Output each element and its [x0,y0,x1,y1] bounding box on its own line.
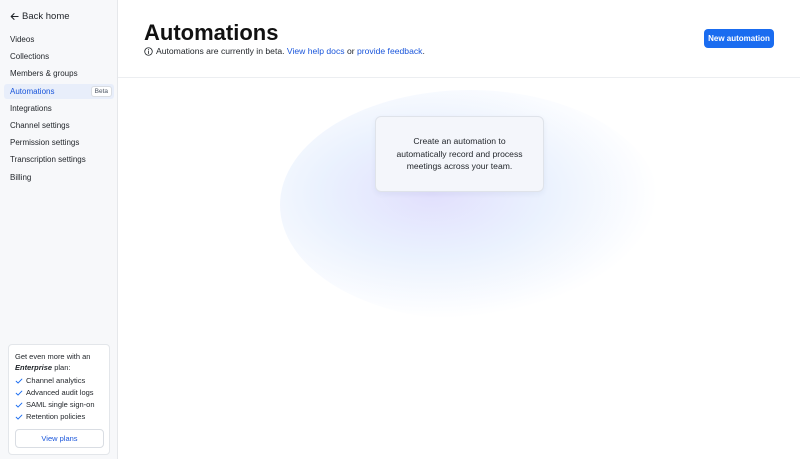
view-help-docs-link[interactable]: View help docs [287,46,345,56]
empty-state-card: Create an automation to automatically re… [375,116,544,192]
sidebar-item-label: Collections [10,52,50,62]
sidebar-item-channel-settings[interactable]: Channel settings [4,118,114,133]
sidebar-item-label: Videos [10,35,35,44]
list-item: Retention policies [15,411,103,423]
promo-text: Get even more with an Enterprise plan: [15,352,103,373]
arrow-left-icon [10,12,19,20]
feature-label: SAML single sign-on [26,399,95,409]
period-text: . [422,46,425,56]
feature-label: Retention policies [26,411,86,421]
list-item: Channel analytics [15,375,103,387]
or-text: or [346,46,355,56]
check-icon [15,390,23,396]
promo-text-prefix: Get even more with an [15,352,91,361]
check-icon [15,414,23,420]
promo-feature-list: Channel analytics Advanced audit logs SA… [15,375,103,423]
sidebar-item-billing[interactable]: Billing [4,170,114,185]
promo-plan-name: Enterprise [15,362,53,372]
sidebar-item-label: Billing [10,172,32,182]
enterprise-promo-card: Get even more with an Enterprise plan: C… [8,344,110,455]
page-header: Automations Automations are currently in… [118,0,800,78]
sidebar-item-automations[interactable]: Automations Beta [4,83,114,99]
view-plans-button[interactable]: View plans [15,429,104,448]
info-icon [144,46,153,56]
new-automation-button[interactable]: New automation [704,29,774,48]
feature-label: Advanced audit logs [26,387,94,397]
back-home-label: Back home [22,10,70,22]
beta-badge: Beta [90,85,112,97]
list-item: SAML single sign-on [15,399,103,411]
sidebar-item-videos[interactable]: Videos [4,32,114,47]
empty-state-message: Create an automation to automatically re… [396,136,523,172]
sidebar-item-label: Channel settings [10,120,70,130]
sidebar-item-label: Members & groups [10,69,78,79]
list-item: Advanced audit logs [15,387,103,399]
feature-label: Channel analytics [26,375,86,385]
sidebar-item-transcription-settings[interactable]: Transcription settings [4,152,114,167]
check-icon [15,402,23,408]
promo-text-suffix: plan: [54,362,71,372]
sidebar-item-label: Permission settings [10,138,80,148]
page-title: Automations [144,20,279,45]
sidebar-item-members-groups[interactable]: Members & groups [4,66,114,81]
sidebar-item-permission-settings[interactable]: Permission settings [4,135,114,150]
sidebar-item-label: Integrations [10,103,52,113]
provide-feedback-link[interactable]: provide feedback [357,46,422,56]
sidebar-item-label: Automations [10,86,55,96]
sidebar-item-integrations[interactable]: Integrations [4,101,114,116]
sidebar-nav: Videos Collections Members & groups Auto… [4,32,114,187]
back-home-link[interactable]: Back home [10,9,70,23]
sidebar-item-label: Transcription settings [10,155,86,165]
sidebar: Back home Videos Collections Members & g… [0,0,118,459]
sidebar-item-collections[interactable]: Collections [4,49,114,64]
beta-notice: Automations are currently in beta. View … [144,46,425,56]
check-icon [15,378,23,384]
beta-notice-text: Automations are currently in beta. [156,46,285,56]
